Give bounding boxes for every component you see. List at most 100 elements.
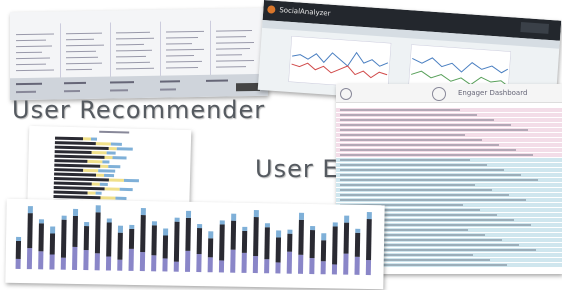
bottom-bar-chart [5,198,385,290]
table-row [336,133,562,137]
bar-segment [207,257,213,273]
bar-segment [151,221,157,226]
bar-segment [38,251,44,270]
bar-segment [54,168,84,172]
bar-segment [253,210,259,218]
table-row [336,193,562,197]
bar-segment [87,191,96,195]
bar-segment [297,254,304,274]
bar-segment [264,223,270,228]
bar-segment [242,226,248,231]
bar-segment [343,222,350,254]
bar-segment [83,250,89,271]
bar-segment [252,256,259,274]
bar-segment [84,222,90,227]
bar-segment [91,182,100,186]
table-row [336,198,562,202]
bar-segment [275,262,281,274]
bar-segment [72,208,79,216]
bar-segment [354,232,361,257]
bar-segment [16,236,22,241]
user-recommender-label: User Recommender [12,96,266,124]
bar-segment [231,213,237,221]
analyzer-logo-icon [267,5,276,14]
bar-segment [104,187,120,191]
bar-segment [100,164,109,168]
bar-segment [332,226,338,265]
bar-segment [95,142,111,146]
bar-segment [95,205,101,213]
table-row [336,128,562,132]
bar-segment [123,178,139,183]
bar-segment [15,258,21,269]
bar-segment [38,223,44,252]
bar-segment [26,248,33,270]
bar-segment [310,226,316,231]
bar-segment [53,190,88,195]
bar-segment [129,224,135,229]
table-row [336,158,562,162]
bar-segment [128,228,135,249]
table-row [336,148,562,152]
bar-segment [83,226,90,251]
metrics-columns [10,8,268,81]
bar-segment [106,151,116,155]
bar-segment [331,264,338,275]
table-row [336,163,562,167]
bar-segment [106,222,112,257]
bar-segment [53,186,105,191]
bar-segment [108,178,124,182]
bar-segment [102,160,110,164]
table-row [336,168,562,172]
bar-segment [72,215,78,247]
bar-segment [96,173,105,177]
engager-dashboard-title: Engager Dashboard [458,89,528,97]
bar-segment [173,221,180,262]
bar-segment [298,219,304,255]
bar-segment [90,137,98,141]
bar-segment [116,147,133,151]
bar-segment [104,155,113,160]
bar-segment [309,230,316,259]
bar-segment [185,250,191,272]
bar-segment [98,169,116,173]
bar-segment [320,240,327,262]
bar-segment [343,253,349,275]
bar-segment [53,177,109,182]
bar-segment [140,208,146,216]
bar-segment [54,163,101,168]
bar-segment [365,259,372,276]
bar-segment [286,251,293,274]
table-row [336,118,562,122]
bar-segment [196,228,203,255]
bar-segment [115,196,127,200]
bar-segment [219,220,225,225]
table-row [336,178,562,182]
bar-segment [91,151,107,155]
bar-segment [173,261,179,272]
bar-segment [275,237,282,263]
bar-segment [38,219,45,224]
bar-segment [128,248,134,271]
bar-segment [230,220,237,250]
bar-segment [54,141,96,146]
table-row [336,153,562,157]
bar-segment [117,259,123,271]
bar-segment [82,137,92,141]
bar-segment [208,231,214,239]
bar-segment [151,225,157,256]
bar-segment [355,228,361,233]
bar-segment [332,222,338,227]
bar-segment [50,226,56,234]
table-row [336,143,562,147]
analyzer-line-chart-left [288,36,392,89]
bar-segment [108,146,117,151]
bar-segment [151,255,157,272]
bar-segment [99,182,108,186]
bar-segment [309,258,315,275]
bar-segment [112,156,127,160]
bar-segment [49,254,55,270]
engager-header: Engager Dashboard [336,84,562,103]
bar-segment [197,224,203,229]
bar-segment [106,218,112,223]
